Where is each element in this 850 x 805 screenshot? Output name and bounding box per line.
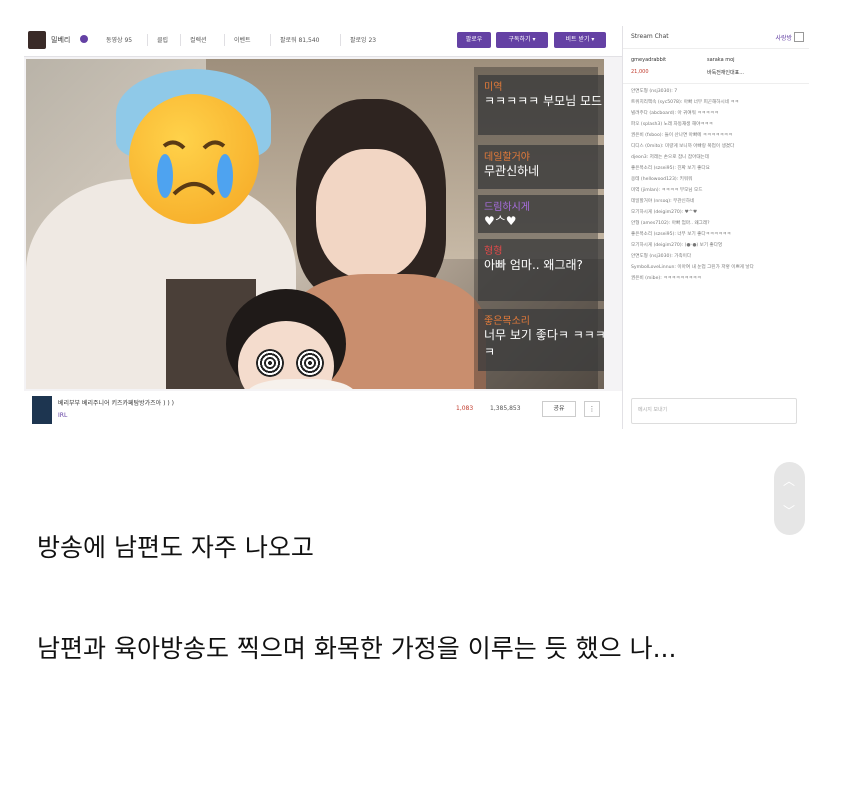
chat-title: Stream Chat [631,33,669,40]
overlay-chat: 미역 ㅋㅋㅋㅋㅋ 부모님 모드 데일할거야 무관신하네 드림하시게 ♥ᄉ♥ 형형… [474,67,604,389]
popout-icon[interactable] [794,32,804,42]
overlay-user: 형형 [484,246,503,257]
channel-name[interactable]: 밀베리 [51,35,70,45]
tab-following[interactable]: 팔로잉 23 [350,35,376,44]
overlay-message: 형형 아빠 엄마.. 왜그래? [478,239,604,301]
nav-divider [147,34,148,46]
pinned-user[interactable]: gmeyadrabbit [631,57,666,63]
overlay-text: ㅋㅋㅋㅋㅋ 부모님 모드 [484,94,603,108]
chevron-down-icon[interactable]: ﹀ [783,502,795,519]
tear-icon [217,154,233,198]
woman-face [316,149,426,279]
crying-emoji-sticker [129,94,259,224]
pinned-user[interactable]: 바둑전재인대표... [707,69,744,76]
chat-room-label[interactable]: 사랑방 [775,33,792,42]
chat-line: 데일할거야 (nrsoq): 무관신하네 [631,199,695,204]
chat-line: 빌려주다 (abcboard): 아 귀여워 ㅋㅋㅋㅋㅋ [631,111,719,116]
overlay-text: 너무 보기 좋다ㅋ ㅋㅋㅋㅋ [484,328,604,359]
chat-line: 옹테 (hellowood123): 키워워 [631,177,693,182]
overlay-message: 미역 ㅋㅋㅋㅋㅋ 부모님 모드 [478,75,604,135]
chat-line: 좋은목소리 (szsei95): 너무 보기 좋다ㅋㅋㅋㅋㅋㅋ [631,232,731,237]
verified-icon [80,35,88,43]
chat-input-placeholder: 메시지 보내기 [638,407,668,413]
nav-divider [224,34,225,46]
chat-line: djeon3: 저래는 손으로 잡니 잡아대는데 [631,155,709,160]
pinned-amount: 21,000 [631,69,649,75]
stream-chat: Stream Chat 사랑방 gmeyadrabbit saraka moj … [622,26,809,429]
more-options-button[interactable]: ⋮ [584,401,600,417]
follow-button[interactable]: 팔로우 [457,32,491,48]
game-thumbnail[interactable] [32,396,52,424]
tab-videos[interactable]: 동영상 95 [106,35,132,44]
chat-line: 디디스 (0mito): 미량게 보니까 아빠랑 폭업이 생겼다 [631,144,735,149]
chat-line: SymbolLoveLinnun: 이아여 내 눈업 그린가 저렇 이쁘게 낳다 [631,265,754,270]
spiral-eye-sticker [256,349,284,377]
video-player[interactable]: 미역 ㅋㅋㅋㅋㅋ 부모님 모드 데일할거야 무관신하네 드림하시게 ♥ᄉ♥ 형형… [26,59,604,389]
overlay-user: 드림하시게 [484,202,530,213]
overlay-user: 좋은목소리 [484,316,530,327]
chat-messages: 안면도형 (nsj3030): 7 트위치리액속 (syc5078): 아빠 너… [631,86,801,284]
share-button[interactable]: 공유 [542,401,576,417]
chat-line: 모기하시게 (deigim270): (●ᵕ●) 보기 좋다엉 [631,243,723,248]
tab-collections[interactable]: 컬렉션 [190,35,207,44]
nav-divider [270,34,271,46]
overlay-user: 미역 [484,82,503,93]
view-count: 1,385,853 [490,405,521,412]
channel-nav: 밀베리 동영상 95 클립 컬렉션 이벤트 팔로워 81,540 팔로잉 23 … [24,26,622,57]
bits-button[interactable]: 비트 받기 ▾ [554,32,606,48]
overlay-message: 좋은목소리 너무 보기 좋다ㅋ ㅋㅋㅋㅋ [478,309,604,371]
subscribe-button[interactable]: 구독하기 ▾ [496,32,548,48]
stream-category[interactable]: IRL [58,412,67,419]
tear-icon [157,154,173,198]
spiral-eye-sticker [296,349,324,377]
stream-title: 베리부부 베리주니어 키즈카페탐방가즈아 ) ) ) [58,400,174,407]
overlay-user: 데일할거야 [484,152,530,163]
chevron-up-icon[interactable]: ︿ [783,472,795,489]
viewer-count: 1,083 [456,405,474,412]
chat-line: 안형 (ames7102): 아빠 엄마.. 왜그래? [631,221,710,226]
chat-line: 모기하시게 (deigim270): ♥ᄉ♥ [631,210,698,215]
stream-info-bar: 베리부부 베리주니어 키즈카페탐방가즈아 ) ) ) IRL 1,083 1,3… [24,391,622,429]
chat-line: 미역 (jimlan): ㅋㅋㅋㅋ 부모님 모드 [631,188,703,193]
pinned-user[interactable]: saraka moj [707,57,735,63]
overlay-text: 아빠 엄마.. 왜그래? [484,258,583,272]
overlay-text: 무관신하네 [484,164,540,178]
chat-input[interactable]: 메시지 보내기 [631,398,797,424]
chat-line: 권은비 (fxboo): 들이 산나면 아빠에 ㅋㅋㅋㅋㅋㅋㅋ [631,133,733,138]
chat-line: 파오 (splash3) 노래 자동재생 해야ㅋㅋㅋ [631,122,713,127]
overlay-message: 드림하시게 ♥ᄉ♥ [478,195,604,233]
chat-line: 안면도형 (nsj3030): 7 [631,89,678,94]
chat-header: Stream Chat 사랑방 [623,26,809,49]
tab-clips[interactable]: 클립 [157,35,168,44]
caption-line-1: 방송에 남편도 자주 나오고 [37,533,314,562]
channel-avatar[interactable] [28,31,46,49]
overlay-message: 데일할거야 무관신하네 [478,145,604,189]
scroll-control[interactable]: ︿ ﹀ [774,462,805,535]
pinned-cheers: gmeyadrabbit saraka moj 21,000 바둑전재인대표..… [623,49,809,84]
overlay-text: ♥ᄉ♥ [484,214,517,228]
tab-followers[interactable]: 팔로워 81,540 [280,35,319,44]
chat-line: 트위치리액속 (syc5078): 아빠 너무 피곤해하시네 ㅋㅋ [631,100,739,105]
nav-divider [340,34,341,46]
chat-line: 권은비 (mibe): ㅋㅋㅋㅋㅋㅋㅋㅋㅋ [631,276,702,281]
caption-line-2: 남편과 육아방송도 찍으며 화목한 가정을 이루는 듯 했으 나... [37,634,677,663]
chat-line: 좋은목소리 (szsei95): 진짜 보기 좋다요 [631,166,710,171]
tab-events[interactable]: 이벤트 [234,35,251,44]
stream-screenshot: 밀베리 동영상 95 클립 컬렉션 이벤트 팔로워 81,540 팔로잉 23 … [24,26,809,429]
chat-line: 안면도형 (nsj3030): 가족이다 [631,254,692,259]
nav-divider [180,34,181,46]
